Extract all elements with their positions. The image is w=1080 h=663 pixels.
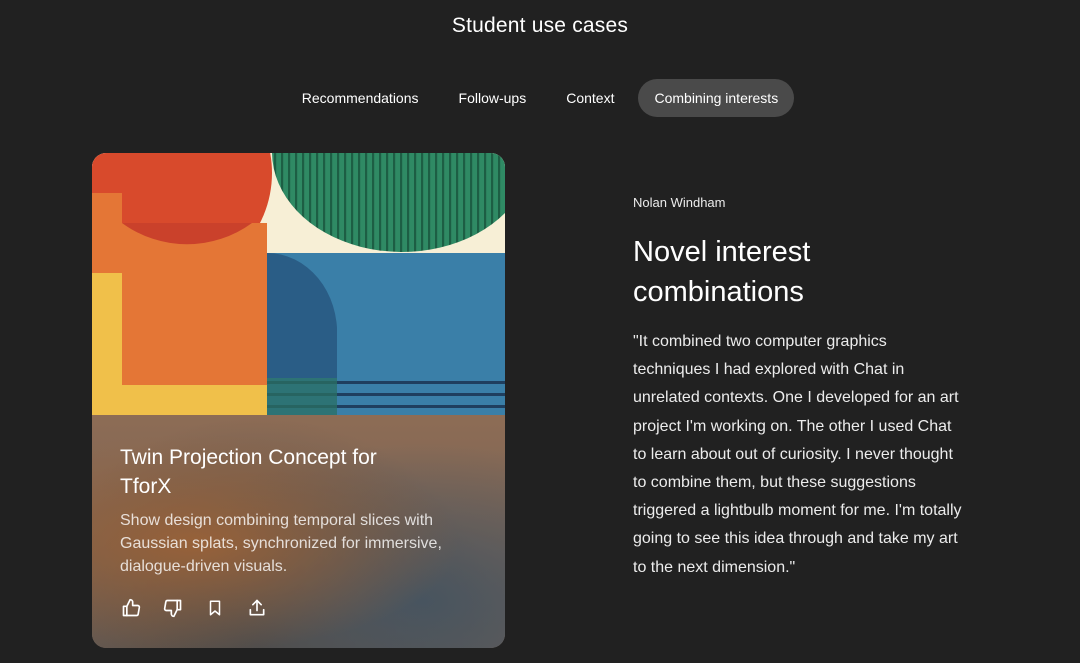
- testimonial-headline: Novel interest combinations: [633, 236, 811, 308]
- share-icon: [249, 599, 265, 616]
- tab-context[interactable]: Context: [550, 79, 630, 117]
- card-description: Show design combining temporal slices wi…: [120, 512, 442, 575]
- tab-combining-interests[interactable]: Combining interests: [638, 79, 795, 117]
- tab-follow-ups[interactable]: Follow-ups: [443, 79, 543, 117]
- tab-bar: Recommendations Follow-ups Context Combi…: [0, 79, 1080, 117]
- bookmark-button[interactable]: [204, 597, 226, 619]
- testimonial-author: Nolan Windham: [633, 195, 726, 210]
- tab-recommendations[interactable]: Recommendations: [286, 79, 435, 117]
- thumbs-up-button[interactable]: [120, 597, 142, 619]
- bookmark-icon: [209, 600, 221, 616]
- thumbs-down-icon: [163, 599, 182, 618]
- card-title: Twin Projection Concept for TforX: [120, 446, 377, 498]
- share-button[interactable]: [246, 597, 268, 619]
- testimonial-quote: "It combined two computer graphics techn…: [633, 333, 962, 576]
- suggestion-card: Twin Projection Concept for TforX Show d…: [92, 153, 505, 648]
- thumbs-up-icon: [122, 598, 141, 617]
- card-actions: [120, 597, 268, 619]
- thumbs-down-button[interactable]: [162, 597, 184, 619]
- card-artwork: [92, 153, 505, 415]
- page-title: Student use cases: [451, 14, 629, 37]
